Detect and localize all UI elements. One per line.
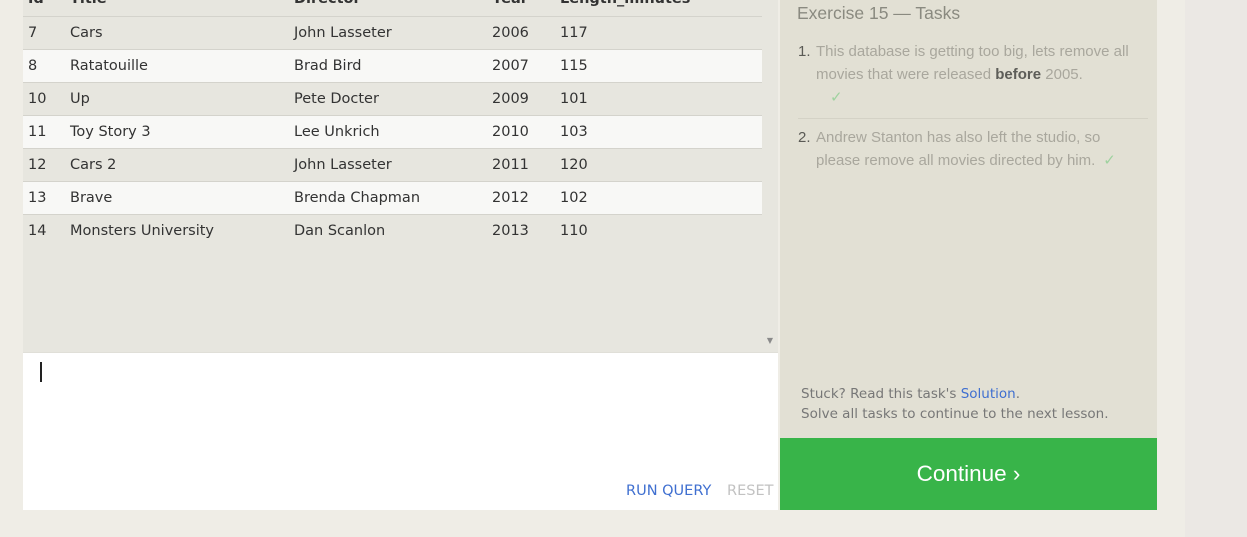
cell-id: 7 [28,24,38,41]
cell-year: 2010 [492,123,529,140]
cell-length: 115 [560,57,588,74]
cell-id: 8 [28,57,38,74]
cell-id: 14 [28,222,47,239]
help-text: Stuck? Read this task's Solution. Solve … [801,384,1109,424]
table-row: 11 Toy Story 3 Lee Unkrich 2010 103 [23,115,762,148]
stuck-suffix: . [1015,386,1021,402]
tasks-panel: Exercise 15 — Tasks 1. This database is … [780,0,1157,438]
tasks-title: Exercise 15 — Tasks [797,3,961,23]
results-body: 7 Cars John Lasseter 2006 117 8 Ratatouille Bra… [23,16,762,247]
task-text: This database is getting too big, lets r… [816,43,1129,83]
table-row: 7 Cars John Lasseter 2006 117 [23,16,762,49]
cell-length: 103 [560,123,588,140]
sql-query-editor[interactable]: RUN QUERY RESET [23,352,778,510]
cell-director: Brenda Chapman [294,189,421,206]
cell-title: Monsters University [70,222,215,239]
cell-id: 12 [28,156,47,173]
cell-id: 10 [28,90,47,107]
cell-id: 11 [28,123,47,140]
cell-length: 102 [560,189,588,206]
cell-director: John Lasseter [294,156,392,173]
text-cursor [40,362,42,382]
stuck-line: Stuck? Read this task's Solution. [801,384,1109,404]
results-table: Id Title Director Year Length_minutes 7 C… [23,0,762,247]
cell-length: 120 [560,156,588,173]
solve-all-text: Solve all tasks to continue to the next … [801,406,1109,422]
column-header-year: Year [487,0,555,16]
reset-button[interactable]: RESET [727,483,773,499]
cell-length: 101 [560,90,588,107]
table-row: 14 Monsters University Dan Scanlon 2013 110 [23,214,762,247]
cell-year: 2009 [492,90,529,107]
scroll-down-arrow-icon[interactable]: ▼ [764,336,776,346]
task-item-1: 1. This database is getting too big, let… [798,40,1148,109]
cell-year: 2006 [492,24,529,41]
stuck-prefix: Stuck? Read this task's [801,386,961,402]
cell-id: 13 [28,189,47,206]
checkmark-icon: ✓ [830,89,843,106]
column-header-id: Id [23,0,65,16]
cell-title: Brave [70,189,113,206]
task-number: 2. [798,129,811,146]
run-query-button[interactable]: RUN QUERY [626,483,711,499]
task-item-2: 2. Andrew Stanton has also left the stud… [798,118,1148,172]
cell-year: 2012 [492,189,529,206]
page-gutter [1185,0,1247,537]
cell-length: 117 [560,24,588,41]
cell-title: Up [70,90,90,107]
cell-title: Toy Story 3 [70,123,151,140]
cell-title: Cars 2 [70,156,117,173]
column-header-title: Title [65,0,289,16]
table-header-row: Id Title Director Year Length_minutes [23,0,762,16]
checkmark-icon: ✓ [1103,152,1116,169]
cell-year: 2007 [492,57,529,74]
table-row: 10 Up Pete Docter 2009 101 [23,82,762,115]
task-list: 1. This database is getting too big, let… [798,40,1148,172]
cell-director: Dan Scanlon [294,222,386,239]
column-header-director: Director [289,0,487,16]
continue-button[interactable]: Continue › [780,438,1157,510]
results-scrollbar[interactable] [762,0,778,352]
cell-director: Lee Unkrich [294,123,380,140]
solution-link[interactable]: Solution [961,386,1016,402]
table-row: 12 Cars 2 John Lasseter 2011 120 [23,148,762,181]
table-row: 13 Brave Brenda Chapman 2012 102 [23,181,762,214]
query-results-panel[interactable]: Id Title Director Year Length_minutes 7 C… [23,0,778,352]
cell-director: Brad Bird [294,57,362,74]
task-text-emphasis: before [995,66,1042,83]
cell-year: 2013 [492,222,529,239]
cell-length: 110 [560,222,588,239]
cell-year: 2011 [492,156,529,173]
table-row: 8 Ratatouille Brad Bird 2007 115 [23,49,762,82]
cell-director: Pete Docter [294,90,379,107]
task-text-part: 2005. [1041,66,1083,83]
cell-title: Ratatouille [70,57,148,74]
task-text: Andrew Stanton has also left the studio,… [816,129,1101,169]
task-number: 1. [798,43,811,60]
cell-title: Cars [70,24,103,41]
column-header-length: Length_minutes [555,0,762,16]
cell-director: John Lasseter [294,24,392,41]
